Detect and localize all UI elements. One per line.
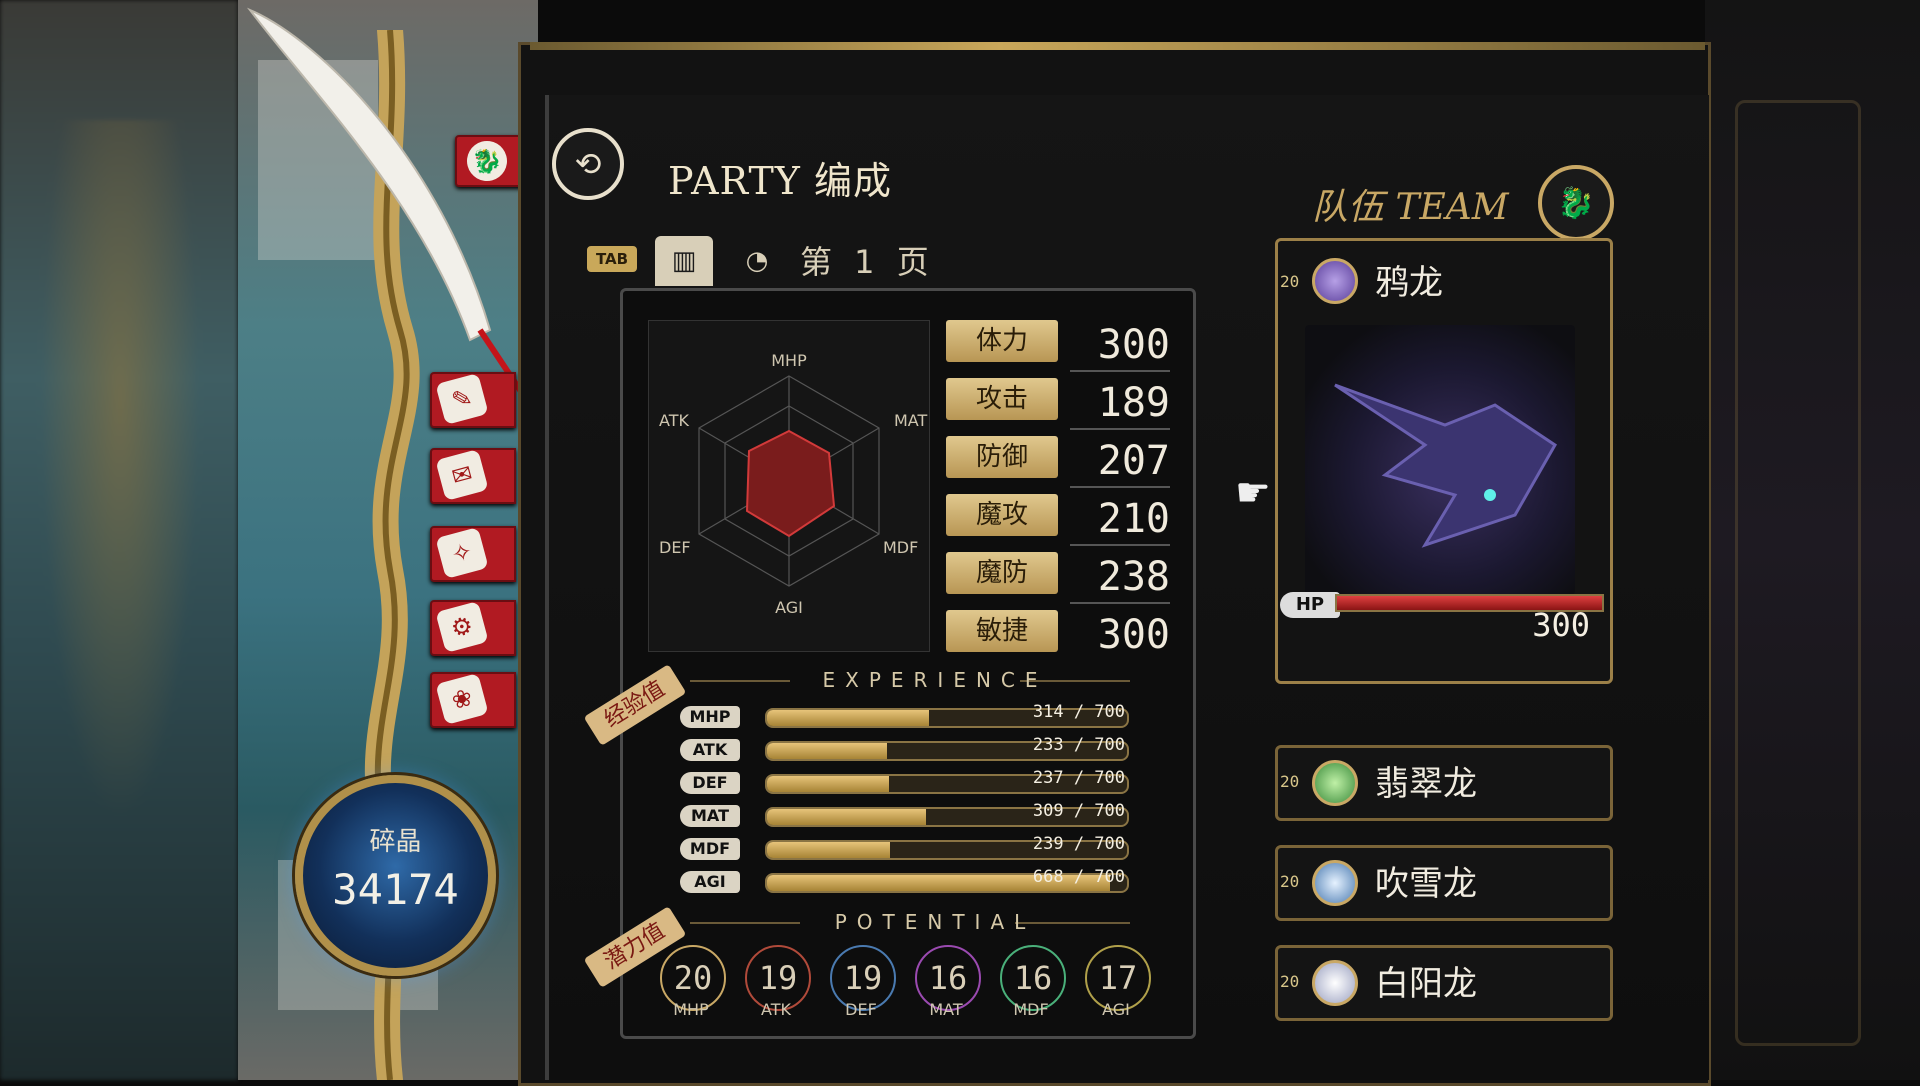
potential-label: MHP	[673, 1000, 709, 1019]
divider	[1070, 544, 1170, 546]
potential-label: ATK	[761, 1000, 791, 1019]
bag-icon: ❀	[435, 673, 489, 725]
level-badge: 20	[1280, 272, 1300, 291]
exp-text: 233 / 700	[1032, 735, 1125, 755]
exp-key: AGI	[680, 871, 740, 893]
menu-settings[interactable]: ⚙	[430, 600, 516, 656]
hp-value: 300	[1532, 606, 1590, 644]
dragon-portrait	[1305, 325, 1575, 595]
stat-label-def: 防御	[946, 436, 1058, 478]
divider	[1070, 428, 1170, 430]
stat-value-mdf: 238	[1097, 554, 1170, 600]
exp-fill	[767, 842, 890, 858]
tab-stats[interactable]: ▥	[655, 236, 713, 286]
radar-label: MDF	[883, 538, 918, 557]
page-indicator: 第 1 页	[800, 243, 935, 281]
crystal-counter: 碎晶 34174	[295, 775, 496, 976]
dragon-name: 吹雪龙	[1375, 864, 1477, 904]
radar-label: MHP	[771, 351, 807, 370]
level-badge: 20	[1280, 772, 1300, 791]
stat-label-mdf: 魔防	[946, 552, 1058, 594]
stat-value-atk: 189	[1097, 380, 1170, 426]
crystal-label: 碎晶	[369, 827, 422, 857]
menu-map[interactable]: ✉	[430, 448, 516, 504]
potential-label: DEF	[845, 1000, 877, 1019]
stats-grid-icon: ▥	[671, 246, 697, 276]
exp-text: 668 / 700	[1032, 867, 1125, 887]
pointer-hand-icon: ☛	[1235, 470, 1271, 516]
quill-feather-ornament	[246, 7, 520, 396]
exp-text: 239 / 700	[1032, 834, 1125, 854]
exp-text: 314 / 700	[1032, 702, 1125, 722]
radar-label: MAT	[894, 411, 928, 430]
experience-title: EXPERIENCE	[822, 668, 1048, 692]
radar-label: AGI	[775, 598, 803, 617]
dragon-name: 鸦龙	[1375, 263, 1443, 303]
radar-chart: MHP MAT MDF AGI DEF ATK	[659, 351, 928, 617]
panel-gold-trim	[530, 42, 1705, 50]
page-title: PARTY 编成	[668, 159, 892, 203]
exp-fill	[767, 743, 887, 759]
quill-icon: ✎	[435, 373, 489, 425]
crow-dragon-image	[1334, 383, 1557, 548]
exp-fill	[767, 710, 929, 726]
light-element-icon	[1312, 960, 1358, 1006]
radar-chart-box: MHP MAT MDF AGI DEF ATK	[648, 320, 930, 652]
exp-text: 237 / 700	[1032, 768, 1125, 788]
exp-key: ATK	[680, 739, 740, 761]
radar-label: ATK	[659, 411, 689, 430]
party-swap-icon[interactable]: ⟲	[552, 128, 624, 200]
exp-fill	[767, 776, 890, 792]
radar-value-area	[745, 429, 836, 538]
tab-chart[interactable]: ◔	[728, 236, 786, 286]
dragon-name: 翡翠龙	[1375, 764, 1477, 804]
dark-element-icon	[1312, 258, 1358, 304]
stat-value-mat: 210	[1097, 496, 1170, 542]
exp-key: DEF	[680, 772, 740, 794]
menu-bag[interactable]: ❀	[430, 672, 516, 728]
pie-chart-icon: ◔	[745, 246, 769, 276]
stat-label-mat: 魔攻	[946, 494, 1058, 536]
exp-text: 309 / 700	[1032, 801, 1125, 821]
right-background	[1705, 0, 1920, 1080]
potential-label: MAT	[929, 1000, 963, 1019]
exp-key: MDF	[680, 838, 740, 860]
potential-label: AGI	[1102, 1000, 1130, 1019]
exp-fill	[767, 809, 926, 825]
dragon-name: 白阳龙	[1375, 964, 1477, 1004]
stat-value-hp: 300	[1097, 322, 1170, 368]
stat-label-hp: 体力	[946, 320, 1058, 362]
settings-icon: ⚙	[435, 601, 489, 653]
dragon-head-icon: 🐉	[462, 136, 512, 186]
wind-element-icon	[1312, 760, 1358, 806]
scroll-icon: ✧	[435, 527, 489, 579]
dragon-head-icon[interactable]: 🐉	[1538, 165, 1614, 241]
team-title: 队伍 TEAM	[1312, 187, 1509, 228]
tab-key-hint: TAB	[587, 246, 637, 272]
level-badge: 20	[1280, 872, 1300, 891]
menu-scroll[interactable]: ✧	[430, 526, 516, 582]
level-badge: 20	[1280, 972, 1300, 991]
map-icon: ✉	[435, 449, 489, 501]
stat-label-atk: 攻击	[946, 378, 1058, 420]
divider	[1070, 370, 1170, 372]
divider	[1070, 602, 1170, 604]
stat-value-agi: 300	[1097, 612, 1170, 658]
divider	[1070, 486, 1170, 488]
potential-title: POTENTIAL	[834, 910, 1036, 934]
potential-label: MDF	[1013, 1000, 1049, 1019]
radar-label: DEF	[659, 538, 691, 557]
ice-element-icon	[1312, 860, 1358, 906]
exp-key: MHP	[680, 706, 740, 728]
hp-tag: HP	[1280, 592, 1340, 618]
stat-value-def: 207	[1097, 438, 1170, 484]
left-background	[0, 0, 238, 1080]
exp-key: MAT	[680, 805, 740, 827]
menu-quill[interactable]: ✎	[430, 372, 516, 428]
crystal-value: 34174	[332, 865, 459, 914]
stat-label-agi: 敏捷	[946, 610, 1058, 652]
